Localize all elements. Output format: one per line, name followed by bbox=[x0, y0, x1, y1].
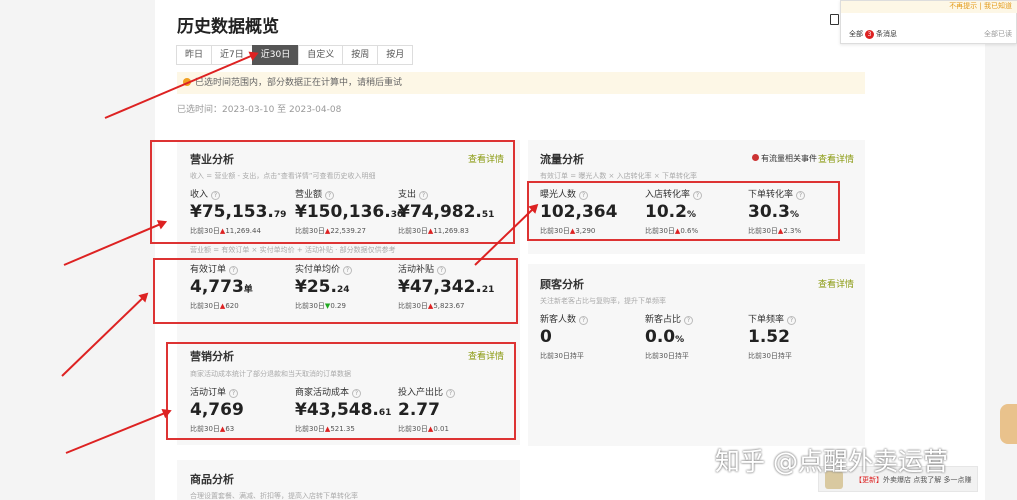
help-icon[interactable]: ? bbox=[684, 316, 694, 325]
goods-desc: 合理设置套餐、满减、折扣等，提高入店转下单转化率 bbox=[190, 492, 358, 500]
dismiss-link[interactable]: 不再提示 | 我已知道 bbox=[949, 1, 1012, 11]
business-desc-2: 营业额 = 有效订单 × 实付单均价 + 活动补贴 · 部分数据仅供参考 bbox=[190, 246, 396, 254]
highlight-box-marketing bbox=[166, 342, 516, 440]
metric-decimal: % bbox=[675, 335, 685, 345]
metric-value: 1.52 bbox=[748, 327, 790, 347]
all-label: 全部 bbox=[849, 30, 863, 38]
customer-desc: 关注新老客占比与复购率，提升下单频率 bbox=[540, 297, 666, 305]
message-summary[interactable]: 全部 3 条消息 bbox=[849, 29, 897, 39]
customer-detail-link[interactable]: 查看详情 bbox=[818, 277, 854, 290]
notice-text: 已选时间范围内，部分数据正在计算中，请稍后重试 bbox=[195, 78, 403, 88]
alert-icon bbox=[752, 154, 759, 161]
metric-label: 下单频率 bbox=[748, 315, 785, 325]
message-count-text: 条消息 bbox=[876, 30, 897, 38]
metric-value: 0 bbox=[540, 327, 552, 347]
tab-custom[interactable]: 自定义 bbox=[298, 45, 344, 65]
metric-new-customer-ratio: 新客占比? 0.0% 比前30日持平 bbox=[645, 312, 694, 361]
metric-label: 新客占比 bbox=[645, 315, 682, 325]
tab-by-month[interactable]: 按月 bbox=[377, 45, 414, 65]
help-icon[interactable]: ? bbox=[787, 316, 797, 325]
metric-order-frequency: 下单频率? 1.52 比前30日持平 bbox=[748, 312, 797, 361]
date-range: 已选时间：2023-03-10 至 2023-04-08 bbox=[177, 105, 342, 115]
tab-yesterday[interactable]: 昨日 bbox=[176, 45, 213, 65]
metric-label: 新客人数 bbox=[540, 315, 577, 325]
traffic-title: 流量分析 bbox=[540, 153, 584, 166]
help-icon[interactable]: ? bbox=[579, 316, 589, 325]
date-tabs: 昨日 近7日 近30日 自定义 按周 按月 bbox=[176, 45, 414, 65]
highlight-box-orders bbox=[153, 258, 518, 324]
highlight-box-business bbox=[150, 140, 515, 244]
tab-by-week[interactable]: 按周 bbox=[342, 45, 379, 65]
notice-bar: 已选时间范围内，部分数据正在计算中，请稍后重试 bbox=[177, 72, 865, 94]
document-icon[interactable] bbox=[830, 14, 839, 25]
message-popup: 不再提示 | 我已知道 全部 3 条消息 全部已读 bbox=[840, 0, 1017, 44]
compare-label: 比前30日 bbox=[748, 352, 778, 360]
traffic-detail-link[interactable]: 查看详情 bbox=[818, 152, 854, 165]
highlight-box-traffic bbox=[527, 181, 840, 241]
compare-value: 持平 bbox=[777, 352, 792, 360]
mark-all-read-link[interactable]: 全部已读 bbox=[984, 29, 1012, 39]
goods-title: 商品分析 bbox=[190, 473, 234, 486]
compare-label: 比前30日 bbox=[540, 352, 570, 360]
page-title: 历史数据概览 bbox=[177, 17, 279, 37]
customer-title: 顾客分析 bbox=[540, 278, 584, 291]
compare-value: 持平 bbox=[674, 352, 689, 360]
metric-value: 0.0 bbox=[645, 327, 676, 347]
annotation-arrow-icon bbox=[61, 293, 148, 377]
metric-new-customers: 新客人数? 0 比前30日持平 bbox=[540, 312, 589, 361]
watermark: 知乎 @点醒外卖运营 bbox=[715, 447, 948, 476]
compare-value: 持平 bbox=[569, 352, 584, 360]
message-count-badge: 3 bbox=[865, 30, 874, 39]
traffic-desc: 有效订单 = 曝光人数 × 入店转化率 × 下单转化率 bbox=[540, 172, 697, 180]
compare-label: 比前30日 bbox=[645, 352, 675, 360]
alert-text: 有流量相关事件 bbox=[761, 154, 817, 163]
assistant-avatar[interactable] bbox=[1000, 404, 1017, 444]
traffic-alert[interactable]: 有流量相关事件 bbox=[752, 153, 817, 164]
